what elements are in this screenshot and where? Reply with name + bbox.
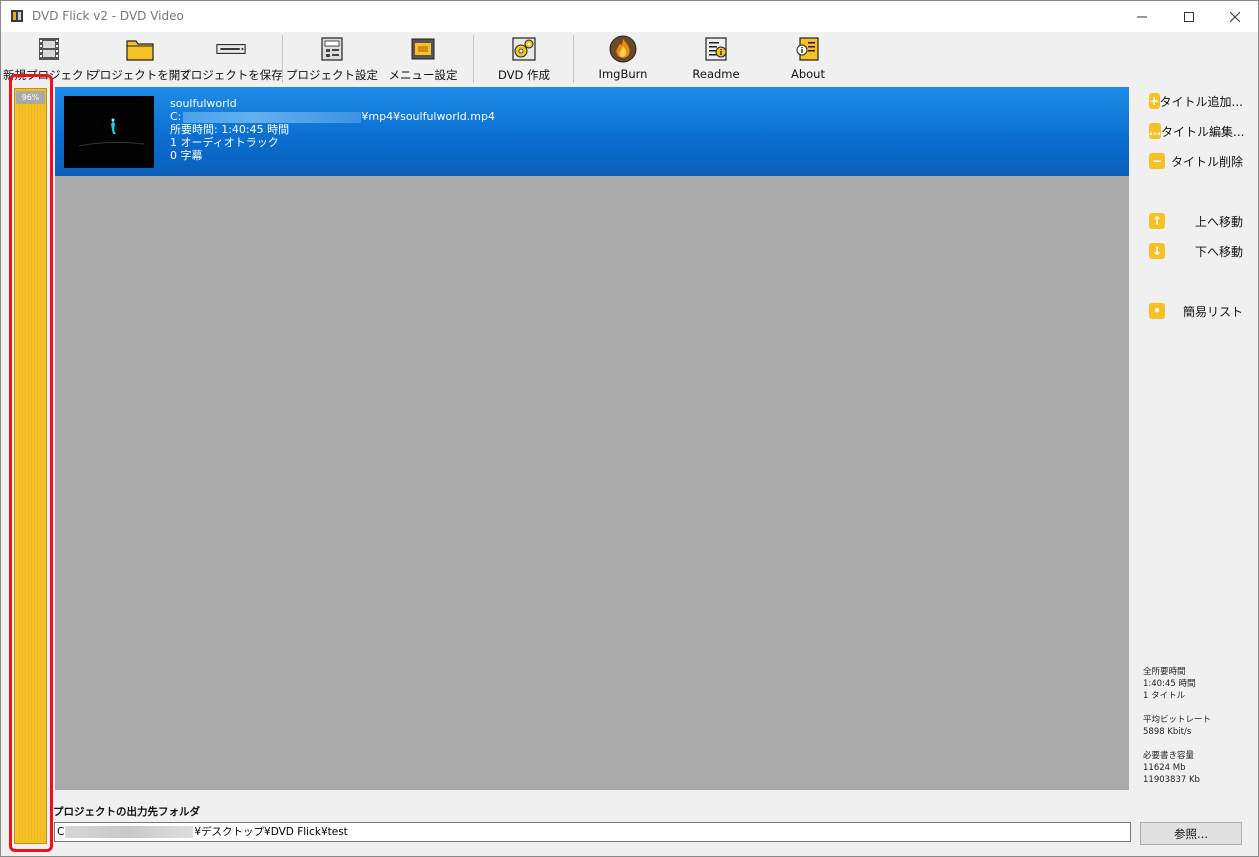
window-title: DVD Flick v2 - DVD Video <box>32 9 184 23</box>
arrow-up-icon: ↑ <box>1149 213 1165 229</box>
title-list[interactable]: soulfulworld C: ¥mp4¥soulfulworld.mp4 所要時… <box>55 87 1129 790</box>
redacted-path-segment <box>183 111 362 123</box>
delete-title-label: タイトル削除 <box>1170 154 1243 169</box>
menu-settings-button[interactable]: メニュー設定 <box>385 34 461 84</box>
toolbar-separator <box>473 35 474 83</box>
add-title-label: タイトル追加... <box>1159 94 1243 109</box>
title-list-item[interactable]: soulfulworld C: ¥mp4¥soulfulworld.mp4 所要時… <box>55 87 1129 176</box>
toolbar-separator <box>573 35 574 83</box>
move-up-button[interactable]: ↑ 上へ移動 <box>1149 211 1243 231</box>
open-project-button[interactable]: プロジェクトを開く <box>88 34 192 84</box>
app-window: DVD Flick v2 - DVD Video 新規プロジェクト プロジェクト… <box>0 0 1259 857</box>
new-project-button[interactable]: 新規プロジェクト <box>3 34 95 84</box>
menu-settings-label: メニュー設定 <box>388 68 458 82</box>
total-time-stats: 全所要時間 1:40:45 時間 1 タイトル <box>1143 666 1195 702</box>
output-path-prefix: C <box>57 826 65 838</box>
size-mb: 11624 Mb <box>1143 763 1186 773</box>
total-time-label: 全所要時間 <box>1143 667 1186 677</box>
redacted-path-segment <box>65 826 194 838</box>
progress-fill <box>17 89 44 843</box>
readme-info-icon <box>701 34 731 64</box>
title-path-prefix: C: <box>170 110 182 123</box>
project-settings-button[interactable]: プロジェクト設定 <box>286 34 378 84</box>
total-time-value: 1:40:45 時間 <box>1143 679 1196 689</box>
project-settings-icon <box>317 34 347 64</box>
close-button[interactable] <box>1212 1 1258 32</box>
title-source-path: C: ¥mp4¥soulfulworld.mp4 <box>170 110 495 123</box>
move-down-button[interactable]: ↓ 下へ移動 <box>1149 241 1243 261</box>
open-project-label: プロジェクトを開く <box>88 68 192 82</box>
minus-icon: − <box>1149 153 1165 169</box>
title-duration: 所要時間: 1:40:45 時間 <box>170 123 290 136</box>
video-thumbnail <box>64 96 154 168</box>
maximize-button[interactable] <box>1166 1 1212 32</box>
title-bar: DVD Flick v2 - DVD Video <box>1 1 1258 32</box>
new-project-label: 新規プロジェクト <box>3 68 95 82</box>
title-count: 1 タイトル <box>1143 691 1186 701</box>
output-folder-input[interactable]: C ¥デスクトップ¥DVD Flick¥test <box>54 822 1131 842</box>
bitrate-stats: 平均ビットレート 5898 Kbit/s <box>1143 714 1211 738</box>
title-audio-tracks: 1 オーディオトラック <box>170 136 279 149</box>
simple-list-label: 簡易リスト <box>1182 304 1243 319</box>
dvd-create-gears-icon <box>509 34 539 64</box>
bitrate-label: 平均ビットレート <box>1143 715 1212 725</box>
plus-icon: + <box>1149 93 1160 109</box>
title-name: soulfulworld <box>170 97 237 110</box>
size-kb: 11903837 Kb <box>1143 775 1200 785</box>
move-down-label: 下へ移動 <box>1194 244 1243 259</box>
create-dvd-label: DVD 作成 <box>497 68 551 82</box>
project-settings-label: プロジェクト設定 <box>286 68 378 82</box>
dvd-drive-save-icon <box>216 34 246 64</box>
imgburn-button[interactable]: ImgBurn <box>591 34 655 84</box>
simple-list-button[interactable]: • 簡易リスト <box>1149 301 1243 321</box>
size-stats: 必要書き容量 11624 Mb 11903837 Kb <box>1143 750 1200 786</box>
ellipsis-icon: … <box>1149 123 1161 139</box>
readme-button[interactable]: Readme <box>685 34 747 84</box>
main-toolbar: 新規プロジェクト プロジェクトを開く プロジェクトを保存 プロジェクト設定 メニ… <box>1 32 1258 86</box>
browse-button[interactable]: 参照... <box>1140 822 1242 845</box>
menu-settings-icon <box>408 34 438 64</box>
about-button[interactable]: About <box>777 34 839 84</box>
minimize-button[interactable] <box>1119 1 1165 32</box>
save-project-button[interactable]: プロジェクトを保存 <box>179 34 283 84</box>
size-label: 必要書き容量 <box>1143 751 1195 761</box>
title-details: soulfulworld C: ¥mp4¥soulfulworld.mp4 所要時… <box>170 97 495 162</box>
progress-percent-label: 96% <box>16 91 45 104</box>
title-subtitles: 0 字幕 <box>170 149 203 162</box>
encoding-progress-bar: 96% <box>14 88 47 844</box>
readme-label: Readme <box>692 67 740 81</box>
film-strip-icon <box>34 34 64 64</box>
about-info-icon <box>793 34 823 64</box>
delete-title-button[interactable]: − タイトル削除 <box>1149 151 1243 171</box>
dvd-flick-app-icon <box>9 8 25 24</box>
imgburn-flame-icon <box>608 34 638 64</box>
output-path-suffix: ¥デスクトップ¥DVD Flick¥test <box>194 826 348 838</box>
create-dvd-button[interactable]: DVD 作成 <box>491 34 557 84</box>
title-path-suffix: ¥mp4¥soulfulworld.mp4 <box>361 110 495 123</box>
bitrate-value: 5898 Kbit/s <box>1143 727 1192 737</box>
edit-title-label: タイトル編集... <box>1161 124 1245 139</box>
add-title-button[interactable]: + タイトル追加... <box>1149 91 1243 111</box>
save-project-label: プロジェクトを保存 <box>179 68 283 82</box>
arrow-down-icon: ↓ <box>1149 243 1165 259</box>
about-label: About <box>790 67 825 81</box>
list-icon: • <box>1149 303 1165 319</box>
move-up-label: 上へ移動 <box>1194 214 1243 229</box>
edit-title-button[interactable]: … タイトル編集... <box>1149 121 1245 141</box>
toolbar-separator <box>282 35 283 83</box>
folder-open-icon <box>125 34 155 64</box>
output-folder-label: プロジェクトの出力先フォルダ <box>53 806 200 818</box>
imgburn-label: ImgBurn <box>598 67 648 81</box>
